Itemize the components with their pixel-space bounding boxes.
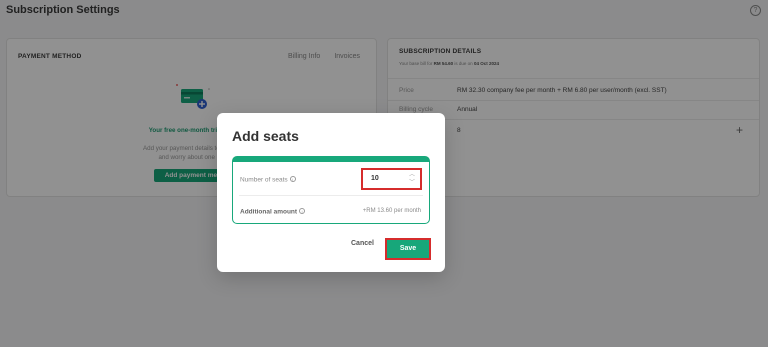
- info-icon: i: [289, 176, 296, 182]
- seats-label-text: Number of seats: [240, 176, 288, 184]
- divider: [239, 195, 423, 196]
- add-seats-dialog: Add seats Number of seats i 10 ︿ ﹀ Additio…: [217, 113, 445, 272]
- number-of-seats-label: Number of seats i: [240, 176, 296, 184]
- cancel-button[interactable]: Cancel: [351, 240, 374, 247]
- additional-amount-label: Additional amount i: [240, 208, 306, 216]
- stepper-arrows-icon[interactable]: ︿ ﹀: [409, 171, 415, 187]
- additional-amount-value: +RM 13.60 per month: [362, 208, 421, 214]
- dialog-title: Add seats: [232, 128, 299, 144]
- save-button[interactable]: Save: [385, 238, 431, 260]
- info-icon: i: [299, 208, 306, 214]
- seats-form: Number of seats i 10 ︿ ﹀ Additional amount…: [232, 156, 430, 224]
- seats-number-input[interactable]: 10 ︿ ﹀: [361, 168, 422, 190]
- seats-input-value: 10: [371, 175, 379, 182]
- amount-label-text: Additional amount: [240, 208, 298, 216]
